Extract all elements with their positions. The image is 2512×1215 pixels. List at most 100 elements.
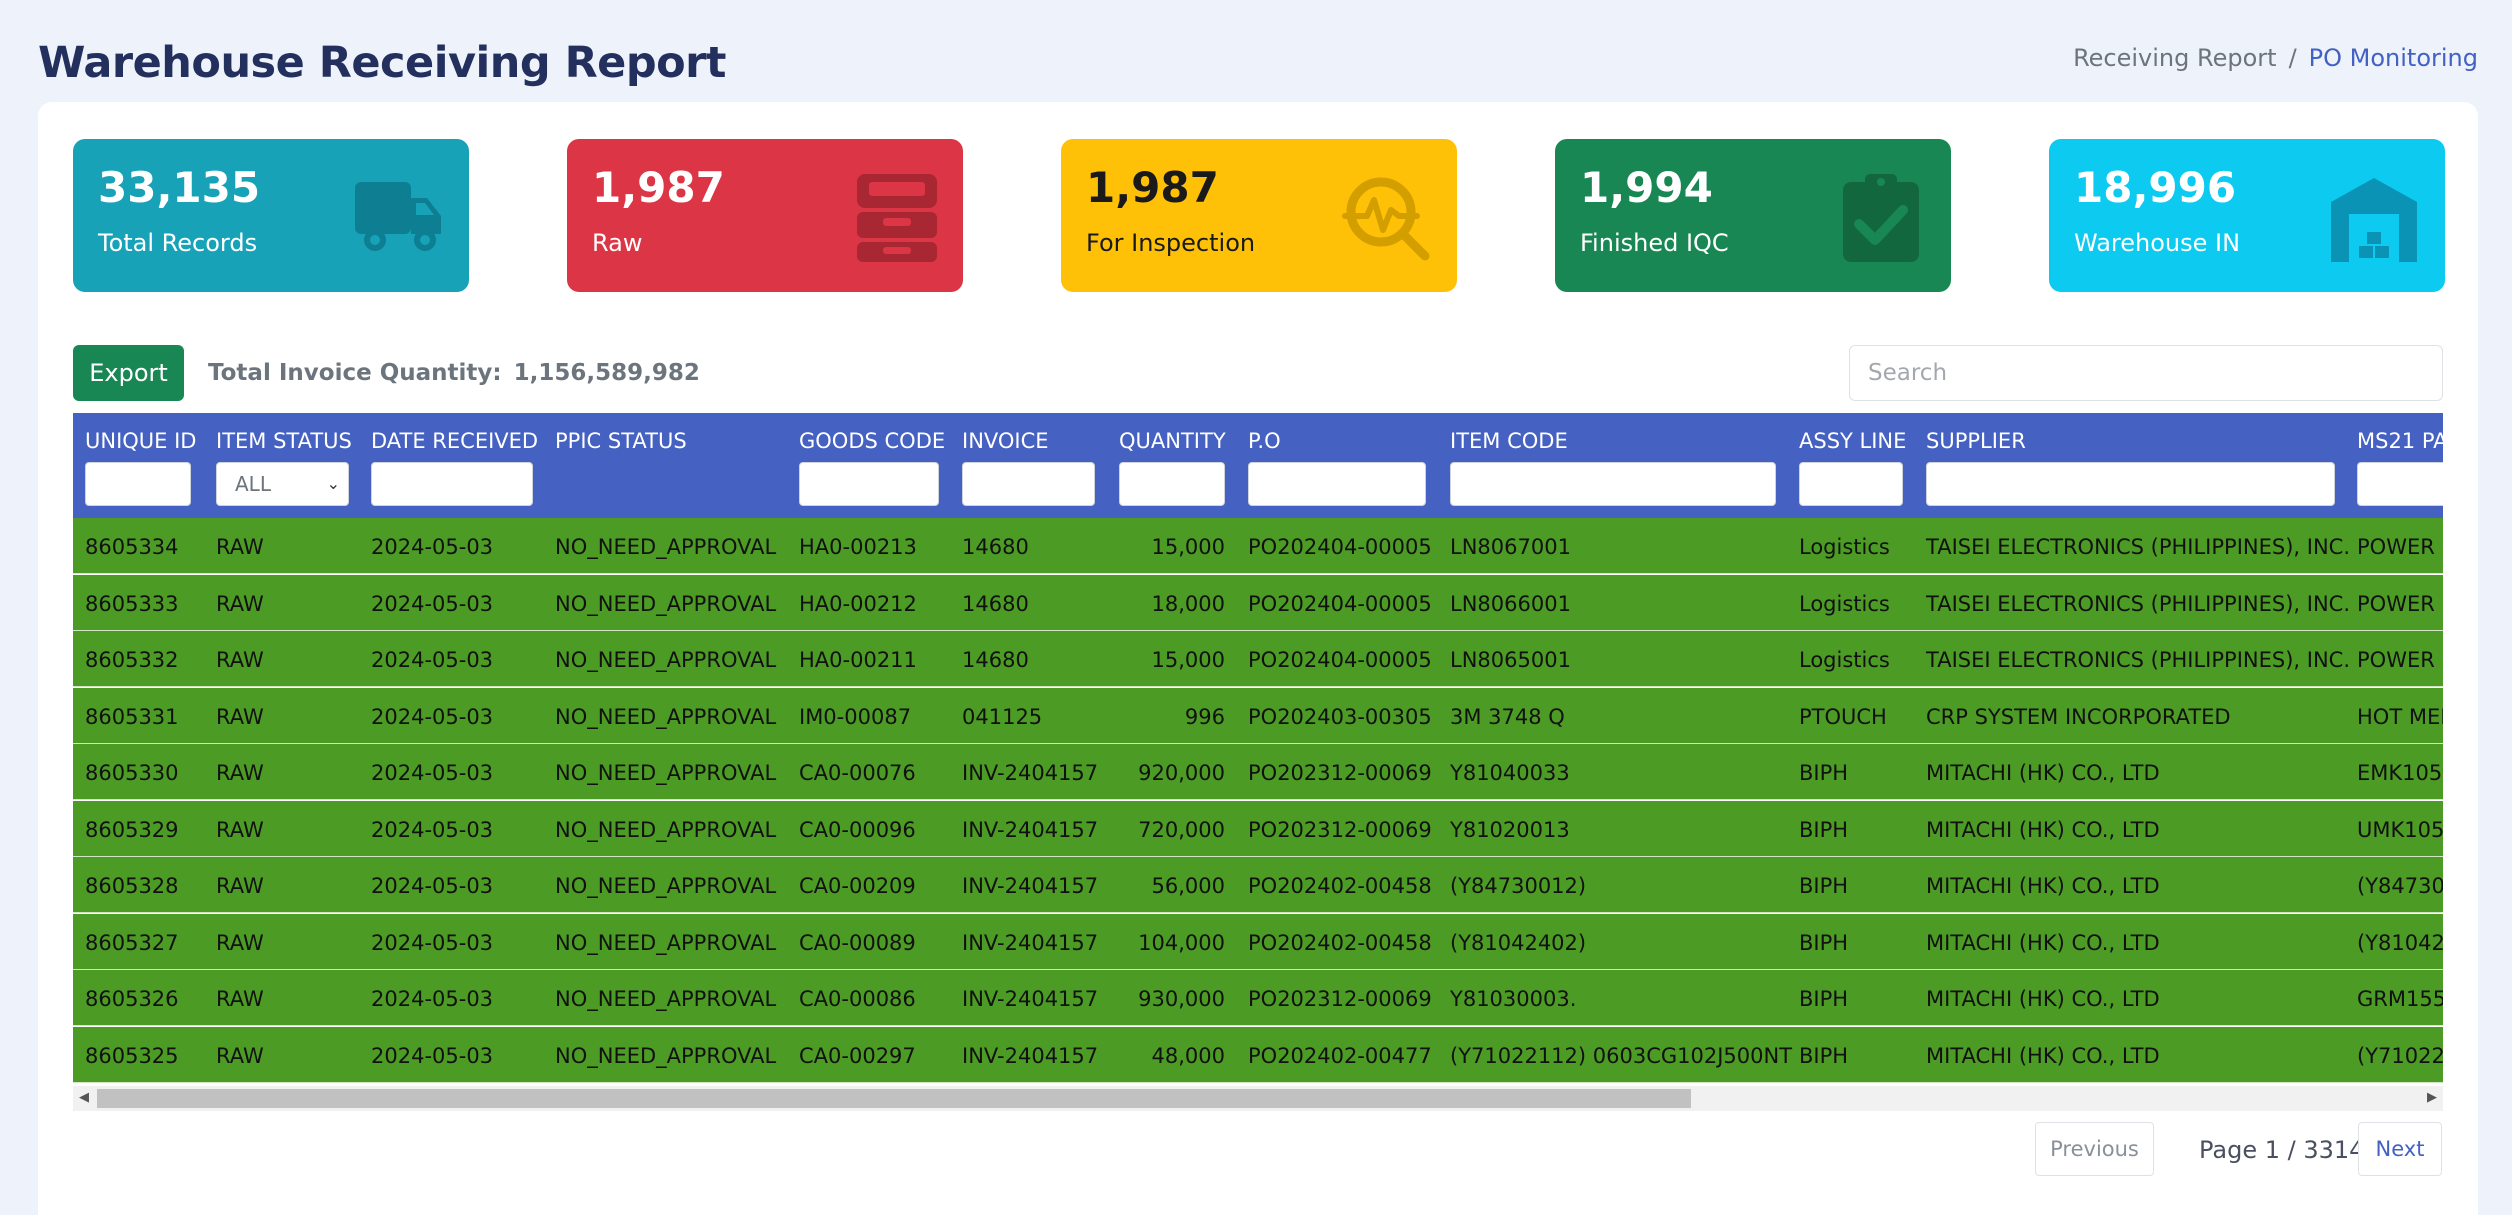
cell-assy-line: Logistics (1799, 591, 1890, 616)
stat-card-warehouse-in: 18,996 Warehouse IN (2049, 139, 2445, 292)
column-header-assy-line[interactable]: ASSY LINE (1799, 429, 1906, 453)
column-header-po[interactable]: P.O (1248, 429, 1281, 453)
cell-po: PO202402-00477 (1248, 1043, 1432, 1068)
invoice-filter-input[interactable] (962, 462, 1095, 506)
cell-ms21-part: POWER (2357, 648, 2435, 672)
scroll-left-icon[interactable]: ◀ (79, 1089, 89, 1105)
cell-assy-line: BIPH (1799, 874, 1849, 898)
table-row[interactable]: 8605326 RAW 2024-05-03 NO_NEED_APPROVAL CA0-… (73, 970, 2443, 1026)
unique-id-filter-input[interactable] (85, 462, 191, 506)
cell-po: PO202312-00069 (1248, 987, 1432, 1011)
cell-item-code: LN8066001 (1450, 591, 1571, 616)
column-header-unique-id[interactable]: UNIQUE ID (85, 429, 196, 453)
cell-supplier: MITACHI (HK) CO., LTD (1926, 1043, 2160, 1068)
table-row[interactable]: 8605332 RAW 2024-05-03 NO_NEED_APPROVAL HA0-… (73, 631, 2443, 687)
cell-quantity: 104,000 (1138, 930, 1225, 955)
item-code-filter-input[interactable] (1450, 462, 1776, 506)
date-received-filter-input[interactable] (371, 462, 533, 506)
cell-unique-id: 8605325 (85, 1043, 179, 1068)
cell-unique-id: 8605334 (85, 535, 179, 559)
previous-page-button[interactable]: Previous (2035, 1122, 2154, 1176)
supplier-filter-input[interactable] (1926, 462, 2335, 506)
search-input[interactable] (1849, 345, 2443, 401)
breadcrumb-item-po-monitoring: PO Monitoring (2308, 44, 2478, 72)
cell-ms21-part: HOT MEI (2357, 704, 2443, 729)
cell-goods-code: HA0-00211 (799, 648, 917, 672)
clipboard-check-icon (1843, 174, 1919, 262)
table-row[interactable]: 8605330 RAW 2024-05-03 NO_NEED_APPROVAL CA0-… (73, 744, 2443, 800)
cell-item-status: RAW (216, 817, 264, 842)
stat-label: Warehouse IN (2074, 229, 2241, 257)
cell-ppic-status: NO_NEED_APPROVAL (555, 591, 777, 616)
cell-unique-id: 8605326 (85, 987, 179, 1011)
cell-date-received: 2024-05-03 (371, 817, 494, 842)
cell-date-received: 2024-05-03 (371, 1043, 494, 1068)
cell-item-status: RAW (216, 704, 264, 729)
cell-assy-line: BIPH (1799, 817, 1849, 842)
breadcrumb: Receiving Report / PO Monitoring (2073, 44, 2478, 72)
page-info: Page 1 / 3314 (2199, 1136, 2365, 1164)
cell-goods-code: CA0-00086 (799, 987, 916, 1011)
cell-date-received: 2024-05-03 (371, 930, 494, 955)
column-header-quantity[interactable]: QUANTITY (1119, 429, 1226, 453)
export-button[interactable]: Export (73, 345, 184, 401)
column-header-supplier[interactable]: SUPPLIER (1926, 429, 2026, 453)
table-row[interactable]: 8605331 RAW 2024-05-03 NO_NEED_APPROVAL IM0-… (73, 687, 2443, 744)
ms21-part-filter-input[interactable] (2357, 462, 2443, 506)
stat-card-total-records: 33,135 Total Records (73, 139, 469, 292)
cell-supplier: TAISEI ELECTRONICS (PHILIPPINES), INC. (1926, 535, 2350, 559)
table-row[interactable]: 8605333 RAW 2024-05-03 NO_NEED_APPROVAL HA0-… (73, 574, 2443, 631)
horizontal-scrollbar[interactable]: ◀ ▶ (73, 1086, 2443, 1111)
column-header-ppic-status[interactable]: PPIC STATUS (555, 429, 687, 453)
warehouse-icon (2331, 178, 2417, 262)
cell-invoice: 14680 (962, 535, 1029, 559)
breadcrumb-item-receiving-report[interactable]: Receiving Report (2073, 44, 2277, 72)
cell-invoice: INV-2404157 (962, 987, 1099, 1011)
table-row[interactable]: 8605327 RAW 2024-05-03 NO_NEED_APPROVAL CA0-… (73, 913, 2443, 970)
cell-ms21-part: POWER (2357, 535, 2435, 559)
next-page-button[interactable]: Next (2358, 1122, 2442, 1176)
cell-invoice: INV-2404157 (962, 874, 1099, 898)
cell-goods-code: IM0-00087 (799, 704, 912, 729)
cell-item-status: RAW (216, 987, 264, 1011)
cell-supplier: MITACHI (HK) CO., LTD (1926, 761, 2160, 785)
cell-quantity: 18,000 (1151, 591, 1225, 616)
cell-ppic-status: NO_NEED_APPROVAL (555, 930, 777, 955)
stat-card-finished-iqc: 1,994 Finished IQC (1555, 139, 1951, 292)
cell-item-status: RAW (216, 761, 264, 785)
table-row[interactable]: 8605328 RAW 2024-05-03 NO_NEED_APPROVAL CA0-… (73, 857, 2443, 913)
cell-unique-id: 8605327 (85, 930, 179, 955)
item-status-filter-select[interactable]: ALL ⌄ (216, 462, 349, 506)
cell-goods-code: HA0-00212 (799, 591, 917, 616)
column-header-goods-code[interactable]: GOODS CODE (799, 429, 945, 453)
item-status-filter-value: ALL (235, 472, 271, 496)
quantity-filter-input[interactable] (1119, 462, 1225, 506)
cell-supplier: TAISEI ELECTRONICS (PHILIPPINES), INC. (1926, 648, 2350, 672)
column-header-invoice[interactable]: INVOICE (962, 429, 1049, 453)
cell-item-status: RAW (216, 535, 264, 559)
stat-value: 18,996 (2074, 163, 2237, 212)
stat-label: Finished IQC (1580, 229, 1729, 257)
po-filter-input[interactable] (1248, 462, 1426, 506)
cell-ppic-status: NO_NEED_APPROVAL (555, 987, 777, 1011)
cell-item-status: RAW (216, 591, 264, 616)
stat-label: For Inspection (1086, 229, 1256, 257)
column-header-ms21-part[interactable]: MS21 PA (2357, 429, 2443, 453)
table-row[interactable]: 8605334 RAW 2024-05-03 NO_NEED_APPROVAL HA0-… (73, 518, 2443, 574)
column-header-date-received[interactable]: DATE RECEIVED (371, 429, 538, 453)
cell-goods-code: CA0-00209 (799, 874, 916, 898)
cell-supplier: CRP SYSTEM INCORPORATED (1926, 704, 2231, 729)
stat-label: Raw (592, 229, 643, 257)
cell-goods-code: CA0-00297 (799, 1043, 916, 1068)
assy-line-filter-input[interactable] (1799, 462, 1903, 506)
scrollbar-thumb[interactable] (97, 1089, 1691, 1108)
cell-date-received: 2024-05-03 (371, 591, 494, 616)
column-header-item-code[interactable]: ITEM CODE (1450, 429, 1568, 453)
table-row[interactable]: 8605325 RAW 2024-05-03 NO_NEED_APPROVAL CA0-… (73, 1026, 2443, 1083)
stat-value: 1,987 (1086, 163, 1219, 212)
scroll-right-icon[interactable]: ▶ (2427, 1089, 2437, 1105)
goods-code-filter-input[interactable] (799, 462, 939, 506)
cell-ppic-status: NO_NEED_APPROVAL (555, 874, 777, 898)
table-row[interactable]: 8605329 RAW 2024-05-03 NO_NEED_APPROVAL CA0-… (73, 800, 2443, 857)
column-header-item-status[interactable]: ITEM STATUS (216, 429, 352, 453)
